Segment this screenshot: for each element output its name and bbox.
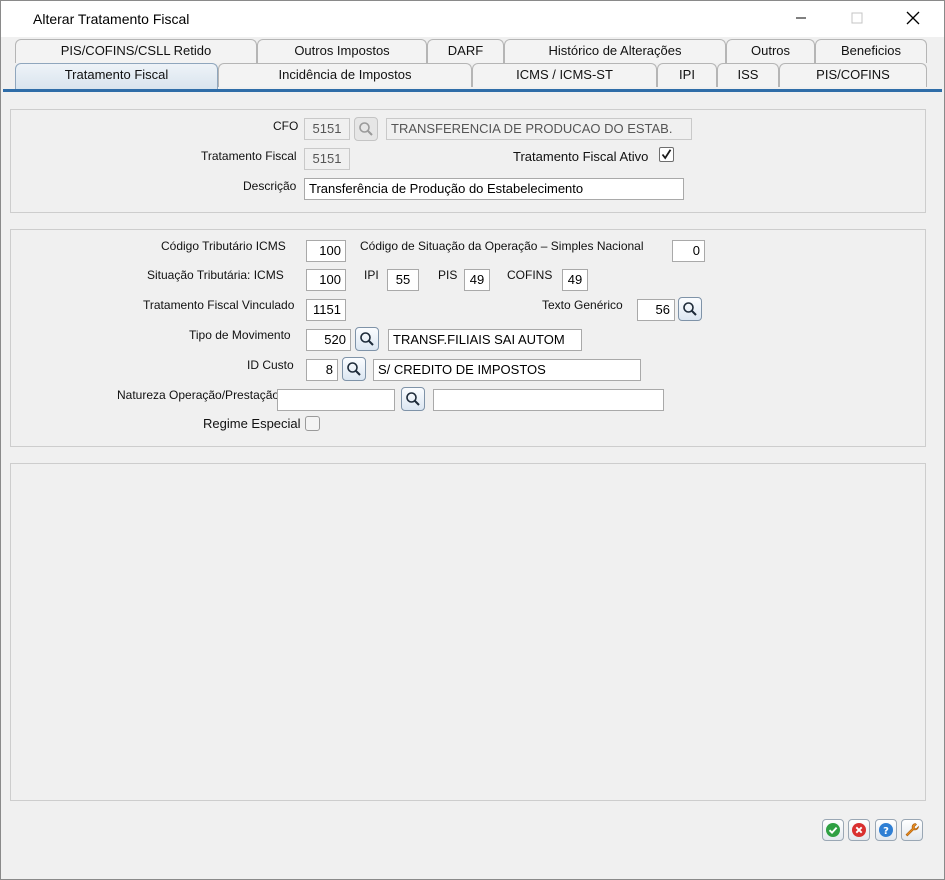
tratamento-fiscal-field: 5151	[304, 148, 350, 170]
natureza-search-button[interactable]	[401, 387, 425, 411]
help-button[interactable]: ?	[875, 819, 897, 841]
tratamento-ativo-label: Tratamento Fiscal Ativo	[513, 149, 649, 164]
regime-especial-checkbox[interactable]	[305, 416, 320, 431]
minimize-button[interactable]	[778, 1, 824, 35]
maximize-button[interactable]	[834, 1, 880, 35]
pis-label: PIS	[438, 268, 458, 282]
close-button[interactable]	[890, 1, 936, 35]
header-panel: CFO 5151 TRANSFERENCIA DE PRODUCAO DO ES…	[10, 109, 926, 213]
descricao-label: Descrição	[243, 179, 297, 193]
tab-tratamento-fiscal[interactable]: Tratamento Fiscal	[15, 63, 218, 89]
magnifier-icon	[359, 122, 373, 136]
sit-trib-icms-label: Situação Tributária: ICMS	[147, 268, 284, 282]
cfo-description-field: TRANSFERENCIA DE PRODUCAO DO ESTAB.	[386, 118, 692, 140]
texto-generico-search-button[interactable]	[678, 297, 702, 321]
window-title: Alterar Tratamento Fiscal	[33, 11, 190, 27]
tab-icms-icms-st[interactable]: ICMS / ICMS-ST	[472, 63, 657, 87]
id-custo-label: ID Custo	[247, 358, 294, 372]
sit-trib-icms-input[interactable]: 100	[306, 269, 346, 291]
texto-generico-label: Texto Genérico	[542, 298, 623, 312]
confirm-button[interactable]	[822, 819, 844, 841]
empty-panel	[10, 463, 926, 801]
id-custo-input[interactable]: 8	[306, 359, 338, 381]
minimize-icon	[796, 17, 806, 19]
cod-situacao-input[interactable]: 0	[672, 240, 705, 262]
tratamento-fiscal-label: Tratamento Fiscal	[201, 149, 297, 163]
tipo-movimento-search-button[interactable]	[355, 327, 379, 351]
dialog-window: Alterar Tratamento Fiscal PIS/COFINS/CSL…	[0, 0, 945, 880]
checkmark-icon	[661, 149, 672, 160]
tipo-movimento-desc: TRANSF.FILIAIS SAI AUTOM	[388, 329, 582, 351]
question-circle-icon: ?	[879, 823, 893, 837]
tab-ipi[interactable]: IPI	[657, 63, 717, 87]
id-custo-search-button[interactable]	[342, 357, 366, 381]
tipo-movimento-label: Tipo de Movimento	[189, 328, 291, 342]
pis-input[interactable]: 49	[464, 269, 490, 291]
id-custo-desc: S/ CREDITO DE IMPOSTOS	[373, 359, 641, 381]
detail-panel: Código Tributário ICMS 100 Código de Sit…	[10, 229, 926, 447]
natureza-operacao-label: Natureza Operação/Prestação	[117, 388, 280, 402]
tab-pis-cofins[interactable]: PIS/COFINS	[779, 63, 927, 87]
natureza-operacao-desc	[433, 389, 664, 411]
tab-pis-cofins-csll-retido[interactable]: PIS/COFINS/CSLL Retido	[15, 39, 257, 63]
tab-outros-impostos[interactable]: Outros Impostos	[257, 39, 427, 63]
tools-button[interactable]	[901, 819, 923, 841]
tratamento-ativo-checkbox[interactable]	[659, 147, 674, 162]
cofins-input[interactable]: 49	[562, 269, 588, 291]
magnifier-icon	[406, 392, 420, 406]
tab-historico-alteracoes[interactable]: Histórico de Alterações	[504, 39, 726, 63]
cofins-label: COFINS	[507, 268, 553, 282]
svg-text:?: ?	[883, 826, 889, 837]
regime-especial-label: Regime Especial	[203, 416, 301, 431]
trat-vinculado-input[interactable]: 1151	[306, 299, 346, 321]
tab-darf[interactable]: DARF	[427, 39, 504, 63]
x-circle-icon	[852, 823, 866, 837]
close-icon	[906, 11, 920, 25]
cfo-field: 5151	[304, 118, 350, 140]
magnifier-icon	[683, 302, 697, 316]
tab-divider	[3, 89, 942, 92]
magnifier-icon	[360, 332, 374, 346]
texto-generico-input[interactable]: 56	[637, 299, 675, 321]
wrench-icon	[905, 823, 919, 837]
natureza-operacao-input[interactable]	[277, 389, 395, 411]
cod-situacao-label: Código de Situação da Operação – Simples…	[360, 239, 644, 253]
tipo-movimento-input[interactable]: 520	[306, 329, 351, 351]
ipi-label: IPI	[364, 268, 379, 282]
maximize-icon	[851, 12, 863, 24]
title-bar: Alterar Tratamento Fiscal	[1, 1, 944, 37]
check-circle-icon	[826, 823, 840, 837]
tab-incidencia-impostos[interactable]: Incidência de Impostos	[218, 63, 472, 87]
tab-outros[interactable]: Outros	[726, 39, 815, 63]
magnifier-icon	[347, 362, 361, 376]
tab-beneficios[interactable]: Beneficios	[815, 39, 927, 63]
cfo-search-button	[354, 117, 378, 141]
cod-trib-icms-label: Código Tributário ICMS	[161, 239, 286, 253]
cod-trib-icms-input[interactable]: 100	[306, 240, 346, 262]
cfo-label: CFO	[273, 119, 299, 133]
trat-vinculado-label: Tratamento Fiscal Vinculado	[143, 298, 295, 312]
cancel-button[interactable]	[848, 819, 870, 841]
ipi-input[interactable]: 55	[387, 269, 419, 291]
tab-iss[interactable]: ISS	[717, 63, 779, 87]
descricao-input[interactable]: Transferência de Produção do Estabelecim…	[304, 178, 684, 200]
